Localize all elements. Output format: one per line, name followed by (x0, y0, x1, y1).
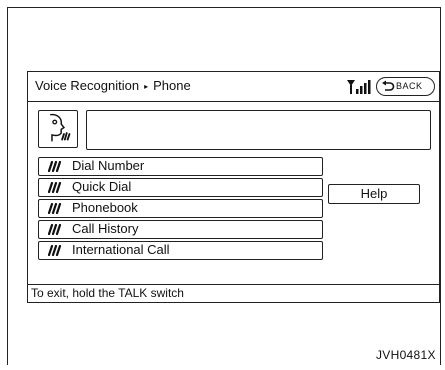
back-arrow-icon (382, 80, 395, 91)
menu-item-call-history[interactable]: Call History (38, 220, 323, 239)
voice-command-icon (48, 245, 62, 256)
breadcrumb-separator-icon: ▸ (144, 82, 149, 91)
signal-strength-icon (347, 80, 371, 94)
figure-code: JVH0481X (376, 348, 436, 362)
status-bar: To exit, hold the TALK switch (28, 284, 439, 302)
back-label: BACK (396, 81, 423, 91)
voice-prompt-display (86, 110, 431, 150)
breadcrumb-root: Voice Recognition (35, 78, 140, 93)
menu-item-label: Call History (72, 221, 139, 236)
voice-face-icon (38, 110, 78, 148)
breadcrumb-current: Phone (153, 78, 191, 93)
breadcrumb: Voice Recognition ▸ Phone (35, 78, 191, 93)
menu-item-label: Quick Dial (72, 179, 132, 194)
voice-command-icon (48, 182, 62, 193)
menu-item-phonebook[interactable]: Phonebook (38, 199, 323, 218)
menu-item-label: Phonebook (72, 200, 138, 215)
menu-item-quick-dial[interactable]: Quick Dial (38, 178, 323, 197)
help-button[interactable]: Help (328, 184, 420, 204)
voice-command-icon (48, 161, 62, 172)
voice-command-icon (48, 203, 62, 214)
screen-header: Voice Recognition ▸ Phone BACK (28, 72, 439, 102)
back-button[interactable]: BACK (376, 77, 435, 96)
menu-item-dial-number[interactable]: Dial Number (38, 157, 323, 176)
menu-item-label: International Call (72, 242, 170, 257)
voice-command-icon (48, 224, 62, 235)
status-text: To exit, hold the TALK switch (31, 286, 184, 300)
menu-item-label: Dial Number (72, 158, 145, 173)
menu-item-international-call[interactable]: International Call (38, 241, 323, 260)
talking-face-icon (50, 113, 71, 142)
display-screen: Voice Recognition ▸ Phone BACK Dial Numb… (27, 71, 440, 303)
